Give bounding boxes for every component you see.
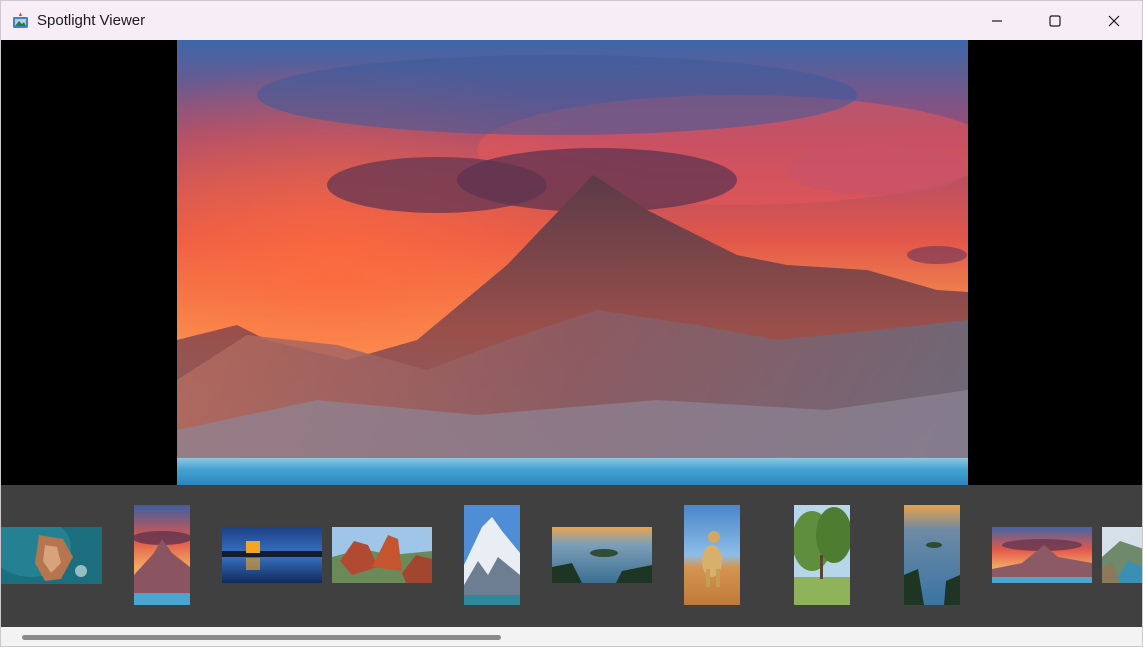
title-bar[interactable]: Spotlight Viewer (1, 1, 1142, 40)
image-viewer[interactable] (1, 40, 1142, 485)
thumbnail-strip[interactable] (1, 485, 1142, 627)
thumbnail[interactable] (1102, 527, 1142, 583)
thumbnail[interactable] (222, 527, 322, 583)
horizontal-scrollbar[interactable] (1, 627, 1142, 646)
close-button[interactable] (1084, 1, 1142, 40)
maximize-button[interactable] (1025, 1, 1084, 40)
thumbnail[interactable] (1, 527, 102, 584)
main-image (177, 40, 968, 485)
thumbnail[interactable] (684, 505, 740, 605)
thumbnail[interactable] (332, 527, 432, 583)
thumbnail[interactable] (134, 505, 190, 605)
scrollbar-thumb[interactable] (22, 635, 501, 640)
thumbnail[interactable] (464, 505, 520, 605)
app-icon (12, 12, 29, 29)
close-icon (1108, 15, 1120, 27)
thumbnail[interactable] (552, 527, 652, 583)
maximize-icon (1048, 14, 1061, 27)
minimize-icon (991, 15, 1003, 27)
thumbnail[interactable] (794, 505, 850, 605)
app-window: Spotlight Viewer (0, 0, 1143, 647)
minimize-button[interactable] (967, 1, 1026, 40)
thumbnail[interactable] (904, 505, 960, 605)
thumbnail[interactable] (992, 527, 1092, 583)
window-title: Spotlight Viewer (37, 12, 146, 29)
